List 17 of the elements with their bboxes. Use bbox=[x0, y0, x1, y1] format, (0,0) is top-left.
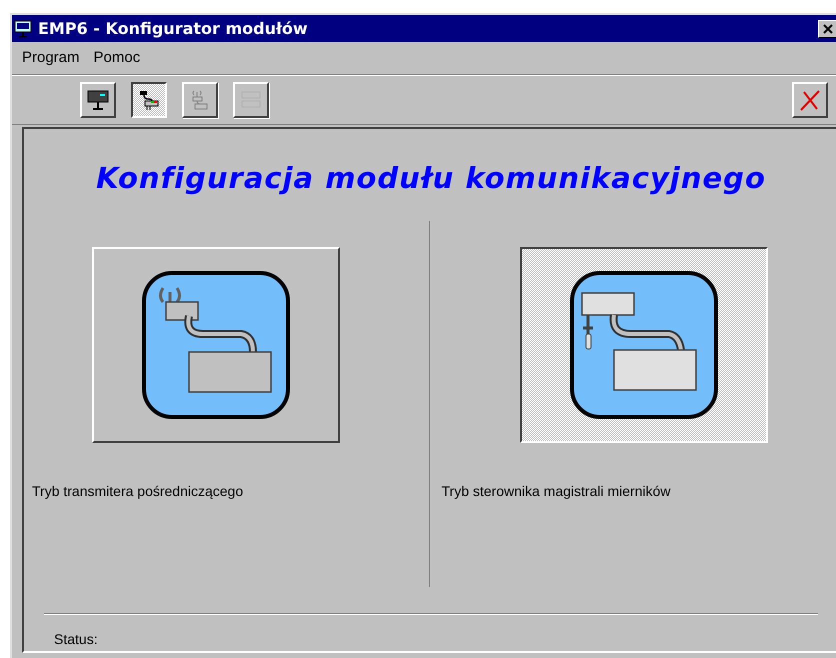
mode-label: Tryb transmitera pośredniczącego bbox=[32, 482, 244, 501]
close-button[interactable] bbox=[818, 20, 836, 38]
cable-device-icon bbox=[568, 270, 718, 420]
monitor-icon bbox=[87, 89, 109, 111]
menu-item[interactable]: Pomoc bbox=[94, 46, 140, 70]
status-label: Status: bbox=[54, 630, 99, 648]
toolbar-button[interactable] bbox=[131, 82, 167, 118]
exit-button[interactable] bbox=[792, 82, 828, 118]
heading: Konfiguracja modułu komunikacyjnego bbox=[95, 160, 767, 197]
antenna-device-icon bbox=[141, 270, 291, 420]
close-icon bbox=[823, 24, 833, 34]
mode-button[interactable] bbox=[520, 246, 768, 442]
menu-item[interactable]: Program bbox=[22, 46, 80, 70]
window-title: EMP6 - Konfigurator modułów bbox=[38, 18, 308, 40]
cable-device-icon bbox=[138, 89, 160, 111]
cross-icon bbox=[798, 88, 822, 112]
mode-label: Tryb sterownika magistrali mierników bbox=[442, 482, 672, 501]
